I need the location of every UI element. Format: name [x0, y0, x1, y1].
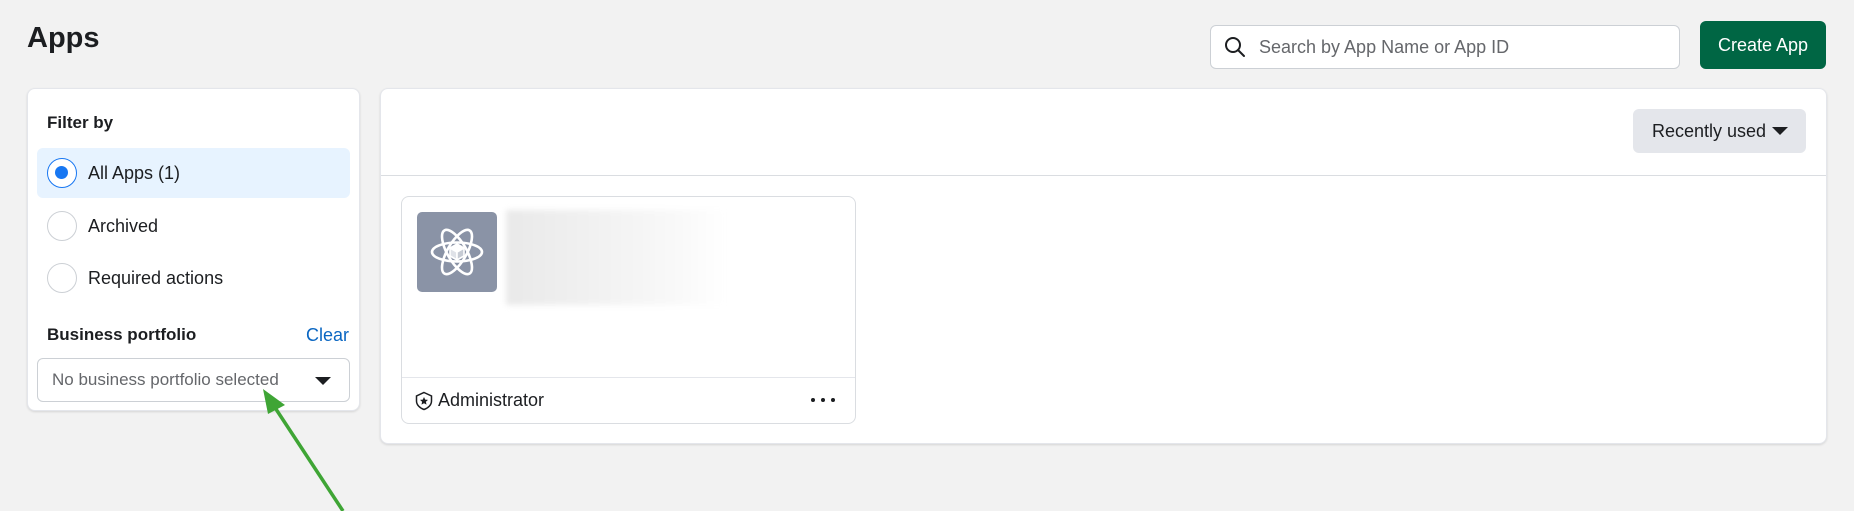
app-role: Administrator [438, 390, 545, 410]
atom-icon [417, 212, 497, 292]
chevron-down-icon [315, 377, 331, 385]
app-card-footer: Administrator [402, 377, 855, 423]
sort-label: Recently used [1652, 120, 1767, 141]
radio-required-actions[interactable] [47, 263, 77, 293]
clear-link[interactable]: Clear [306, 325, 349, 346]
filter-option-required-actions[interactable]: Required actions [37, 253, 350, 303]
filter-option-label: Required actions [88, 267, 224, 288]
filter-panel: Filter by All Apps (1) Archived Required… [27, 88, 360, 411]
shield-star-icon [415, 391, 433, 410]
business-portfolio-value: No business portfolio selected [52, 370, 279, 389]
business-portfolio-title: Business portfolio [47, 325, 197, 344]
filter-title: Filter by [47, 113, 114, 132]
search-icon [1225, 37, 1245, 57]
search-box[interactable] [1210, 25, 1680, 69]
filter-option-label: Archived [88, 215, 159, 236]
create-app-button[interactable]: Create App [1700, 21, 1826, 69]
business-portfolio-select[interactable]: No business portfolio selected [37, 358, 350, 402]
more-options-icon[interactable] [811, 390, 835, 410]
filter-option-archived[interactable]: Archived [37, 201, 350, 251]
radio-all-apps[interactable] [47, 158, 77, 188]
filter-option-all-apps[interactable]: All Apps (1) [37, 148, 350, 198]
app-card[interactable]: Administrator [401, 196, 856, 424]
sort-dropdown[interactable]: Recently used [1633, 109, 1806, 153]
chevron-down-icon [1772, 127, 1788, 135]
apps-panel: Recently used Administrator [380, 88, 1827, 444]
app-name-redacted [506, 210, 726, 305]
apps-panel-header: Recently used [381, 89, 1826, 176]
radio-archived[interactable] [47, 211, 77, 241]
page-title: Apps [27, 22, 100, 54]
search-input[interactable] [1259, 36, 1659, 58]
filter-option-label: All Apps (1) [88, 162, 181, 183]
